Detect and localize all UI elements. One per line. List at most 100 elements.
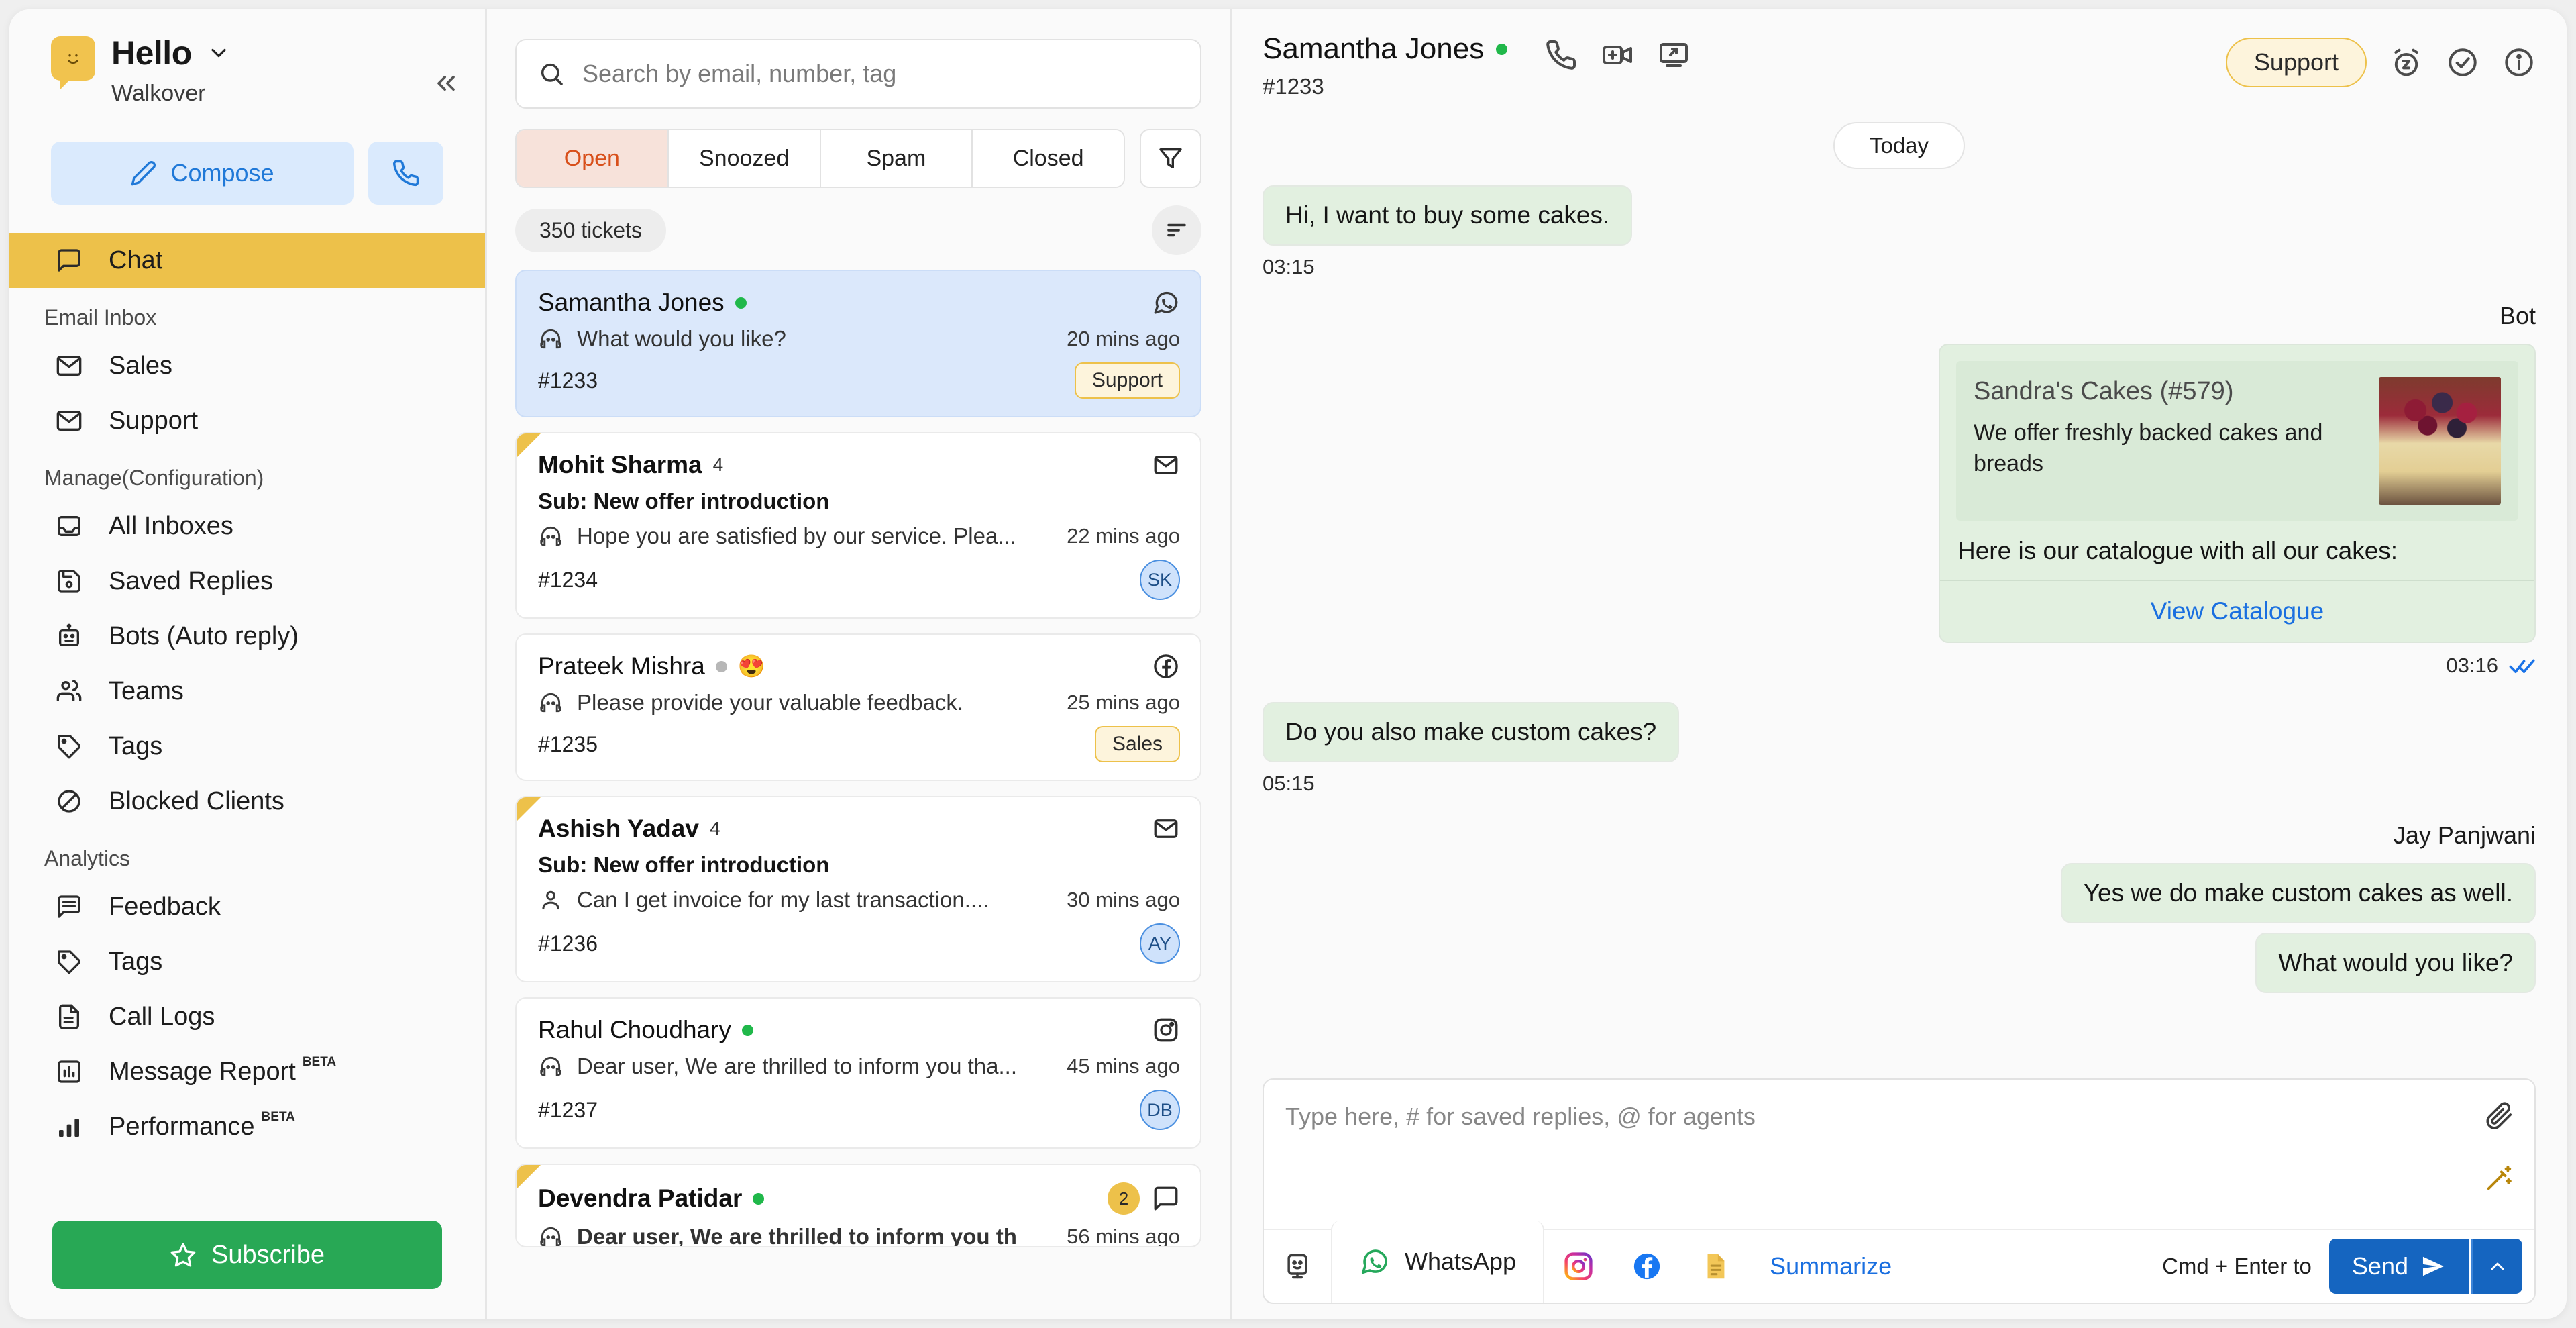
tab-snoozed[interactable]: Snoozed bbox=[668, 130, 821, 187]
agent-headset-icon bbox=[538, 1224, 564, 1246]
sidebar-item-label: Feedback bbox=[109, 892, 221, 921]
brand-subtitle: Walkover bbox=[111, 81, 206, 106]
sidebar-item-teams[interactable]: Teams bbox=[9, 664, 485, 719]
message-input[interactable]: Type here, # for saved replies, @ for ag… bbox=[1285, 1097, 2483, 1229]
tab-spam[interactable]: Spam bbox=[820, 130, 973, 187]
send-options-button[interactable] bbox=[2471, 1239, 2522, 1294]
facebook-icon bbox=[1152, 652, 1180, 680]
compose-actions: Compose bbox=[9, 107, 485, 205]
inbox-icon bbox=[55, 512, 83, 540]
send-button-label: Send bbox=[2351, 1252, 2408, 1280]
status-badge[interactable]: Support bbox=[2225, 38, 2367, 87]
sidebar-item-bots[interactable]: Bots (Auto reply) bbox=[9, 609, 485, 664]
app-logo-icon bbox=[51, 36, 95, 89]
sidebar-section-email-inbox: Email Inbox bbox=[44, 305, 157, 329]
magic-wand-icon[interactable] bbox=[2483, 1163, 2514, 1194]
list-item: Do you also make custom cakes? 05:15 bbox=[1263, 702, 2536, 796]
sort-button[interactable] bbox=[1152, 205, 1201, 255]
ticket-message-count: 4 bbox=[709, 818, 720, 839]
brand-header: Hello Walkover bbox=[9, 9, 485, 107]
message-timestamp: 03:15 bbox=[1263, 255, 1315, 278]
search-input[interactable] bbox=[582, 60, 1179, 88]
ticket-id: #1233 bbox=[538, 368, 598, 393]
bar-chart-icon bbox=[55, 1113, 83, 1141]
table-row[interactable]: Samantha Jones What would you like? 20 m… bbox=[515, 270, 1201, 417]
flag-corner-icon bbox=[517, 797, 541, 821]
instagram-icon[interactable] bbox=[1544, 1230, 1613, 1303]
sidebar-item-sales[interactable]: Sales bbox=[9, 338, 485, 393]
sidebar-item-label: Bots (Auto reply) bbox=[109, 621, 299, 650]
message-sender: Jay Panjwani bbox=[2393, 821, 2536, 849]
sidebar-item-all-inboxes[interactable]: All Inboxes bbox=[9, 499, 485, 554]
sidebar-item-label: Chat bbox=[109, 246, 163, 274]
ticket-name: Samantha Jones bbox=[538, 289, 724, 316]
note-icon[interactable] bbox=[1681, 1230, 1750, 1303]
agent-headset-icon bbox=[538, 326, 564, 352]
composer-area: Type here, # for saved replies, @ for ag… bbox=[1232, 1078, 2567, 1319]
check-circle-icon[interactable] bbox=[2446, 46, 2479, 79]
sidebar-item-saved-replies[interactable]: Saved Replies bbox=[9, 554, 485, 609]
view-catalogue-button[interactable]: View Catalogue bbox=[1940, 580, 2534, 642]
status-tabs-row: Open Snoozed Spam Closed bbox=[515, 129, 1201, 188]
block-icon bbox=[55, 787, 83, 815]
table-row[interactable]: Rahul Choudhary Dear user, We are thrill… bbox=[515, 997, 1201, 1149]
sidebar-item-message-report[interactable]: Message Report BETA bbox=[9, 1044, 485, 1099]
sidebar-call-button[interactable] bbox=[368, 142, 443, 205]
chat-panel: Samantha Jones #1233 Support Today Hi, I… bbox=[1232, 9, 2567, 1319]
table-row[interactable]: Prateek Mishra 😍 Please provide your val… bbox=[515, 633, 1201, 781]
info-circle-icon[interactable] bbox=[2502, 46, 2536, 79]
message-sender: Bot bbox=[2499, 302, 2536, 329]
message-timestamp: 03:16 bbox=[2446, 654, 2498, 677]
star-icon bbox=[170, 1241, 197, 1268]
table-row[interactable]: Mohit Sharma 4 Sub: New offer introducti… bbox=[515, 432, 1201, 619]
ticket-name: Devendra Patidar bbox=[538, 1184, 743, 1212]
presence-dot-icon bbox=[1496, 43, 1508, 55]
ticket-id: #1234 bbox=[538, 567, 598, 592]
list-item: Jay Panjwani Yes we do make custom cakes… bbox=[1263, 821, 2536, 923]
envelope-icon bbox=[55, 407, 83, 435]
filter-button[interactable] bbox=[1140, 129, 1201, 188]
sidebar-item-chat[interactable]: Chat bbox=[9, 233, 485, 288]
video-add-icon[interactable] bbox=[1601, 39, 1633, 71]
send-button[interactable]: Send bbox=[2328, 1239, 2469, 1294]
phone-icon[interactable] bbox=[1545, 39, 1577, 71]
ticket-subject: Sub: New offer introduction bbox=[538, 852, 830, 877]
screen-share-icon[interactable] bbox=[1658, 39, 1690, 71]
subscribe-area: Subscribe bbox=[9, 1221, 485, 1319]
paperclip-icon[interactable] bbox=[2483, 1100, 2514, 1131]
collapse-left-icon[interactable] bbox=[431, 68, 461, 101]
ticket-subject: Sub: New offer introduction bbox=[538, 489, 830, 513]
ticket-preview: Dear user, We are thrilled to inform you… bbox=[577, 1224, 1017, 1247]
reaction-emoji: 😍 bbox=[737, 653, 765, 678]
sidebar-item-blocked-clients[interactable]: Blocked Clients bbox=[9, 774, 485, 829]
avatar: AY bbox=[1140, 923, 1180, 964]
compose-button[interactable]: Compose bbox=[51, 142, 354, 205]
sidebar-item-feedback[interactable]: Feedback bbox=[9, 879, 485, 934]
table-row[interactable]: Devendra Patidar 2 Dear user, We are thr… bbox=[515, 1164, 1201, 1247]
ticket-time: 22 mins ago bbox=[1067, 524, 1180, 548]
emoji-keyboard-icon[interactable] bbox=[1264, 1230, 1331, 1303]
snooze-alarm-icon[interactable] bbox=[2390, 46, 2423, 79]
tab-open[interactable]: Open bbox=[517, 130, 669, 187]
tab-closed[interactable]: Closed bbox=[973, 130, 1124, 187]
subscribe-button[interactable]: Subscribe bbox=[52, 1221, 442, 1289]
sidebar-item-performance[interactable]: Performance BETA bbox=[9, 1099, 485, 1154]
facebook-icon[interactable] bbox=[1613, 1230, 1681, 1303]
send-group: Send bbox=[2328, 1230, 2534, 1303]
sidebar-item-support[interactable]: Support bbox=[9, 393, 485, 448]
channel-tab-whatsapp[interactable]: WhatsApp bbox=[1331, 1221, 1545, 1303]
person-icon bbox=[538, 887, 564, 913]
date-divider: Today bbox=[1833, 122, 1966, 169]
search-box[interactable] bbox=[515, 39, 1201, 109]
sidebar-item-tags-analytics[interactable]: Tags bbox=[9, 934, 485, 989]
catalogue-card-title: Sandra's Cakes bbox=[1974, 377, 2153, 405]
sidebar-item-tags-manage[interactable]: Tags bbox=[9, 719, 485, 774]
message-bubble: Yes we do make custom cakes as well. bbox=[2060, 863, 2536, 923]
table-row[interactable]: Ashish Yadav 4 Sub: New offer introducti… bbox=[515, 796, 1201, 982]
sidebar-item-call-logs[interactable]: Call Logs bbox=[9, 989, 485, 1044]
composer-toolbar: WhatsApp Summarize Cmd + Enter to Send bbox=[1264, 1221, 2534, 1303]
chevron-down-icon[interactable] bbox=[207, 41, 231, 65]
summarize-button[interactable]: Summarize bbox=[1750, 1230, 1912, 1303]
ticket-preview: What would you like? bbox=[577, 326, 786, 351]
sidebar-item-label: Performance bbox=[109, 1112, 255, 1141]
